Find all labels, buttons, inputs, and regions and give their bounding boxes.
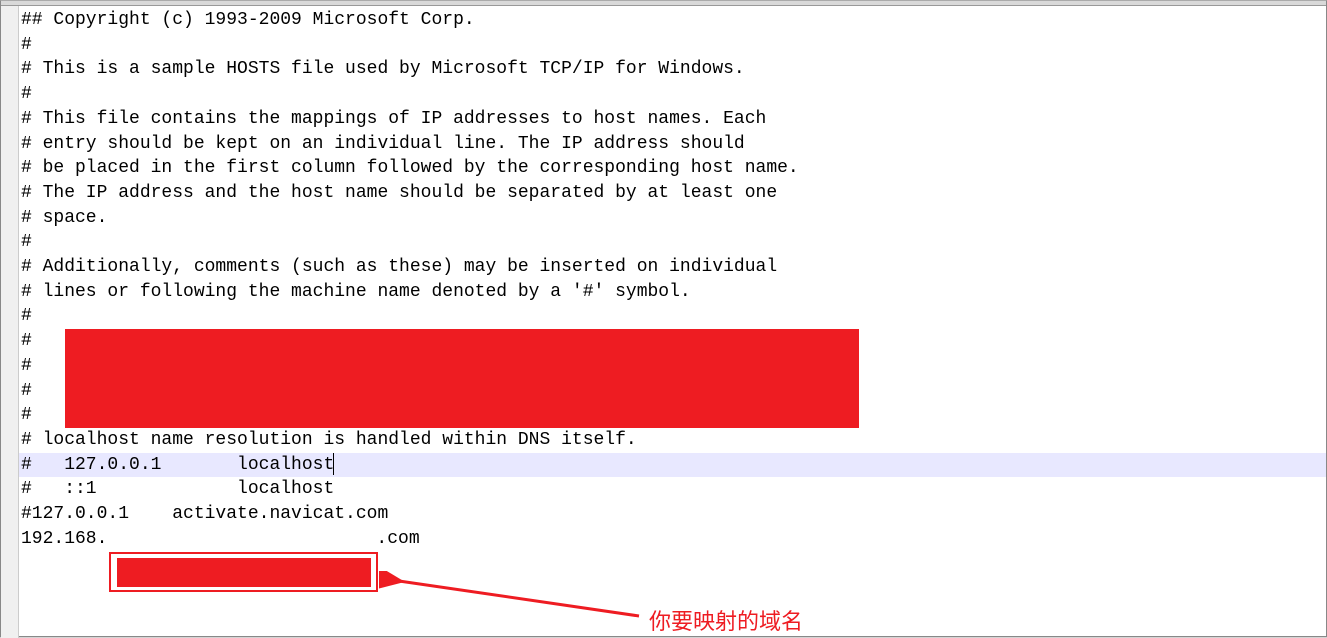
code-text: .com [376,529,419,549]
code-line-current[interactable]: # 127.0.0.1 localhost [19,453,1326,478]
code-line[interactable]: # lines or following the machine name de… [19,280,1326,305]
editor-gutter[interactable] [1,6,19,638]
code-line[interactable]: #127.0.0.1 activate.navicat.com [19,502,1326,527]
code-line[interactable]: ## Copyright (c) 1993-2009 Microsoft Cor… [19,8,1326,33]
code-line[interactable]: # [19,230,1326,255]
code-text: 192.168. [21,529,107,549]
code-line[interactable]: # [19,304,1326,329]
annotation-text: 你要映射的域名 [649,604,803,636]
code-line[interactable]: # Additionally, comments (such as these)… [19,255,1326,280]
redaction-block-large [65,329,859,428]
text-area[interactable]: ## Copyright (c) 1993-2009 Microsoft Cor… [19,6,1326,636]
code-line[interactable]: # be placed in the first column followed… [19,156,1326,181]
code-line[interactable]: # This is a sample HOSTS file used by Mi… [19,57,1326,82]
code-line[interactable]: # space. [19,206,1326,231]
code-line[interactable]: # [19,82,1326,107]
code-line[interactable]: # This file contains the mappings of IP … [19,107,1326,132]
editor-container: ## Copyright (c) 1993-2009 Microsoft Cor… [0,0,1327,637]
code-line[interactable]: # The IP address and the host name shoul… [19,181,1326,206]
code-line[interactable]: # [19,33,1326,58]
code-line[interactable]: # entry should be kept on an individual … [19,132,1326,157]
redaction-block-small [117,558,371,587]
code-text: # 127.0.0.1 localhost [21,455,334,475]
annotation-arrow [379,571,649,631]
text-cursor [333,453,334,475]
code-line[interactable]: 192.168. .com [19,527,1326,552]
code-line[interactable]: # localhost name resolution is handled w… [19,428,1326,453]
code-line[interactable]: # ::1 localhost [19,477,1326,502]
